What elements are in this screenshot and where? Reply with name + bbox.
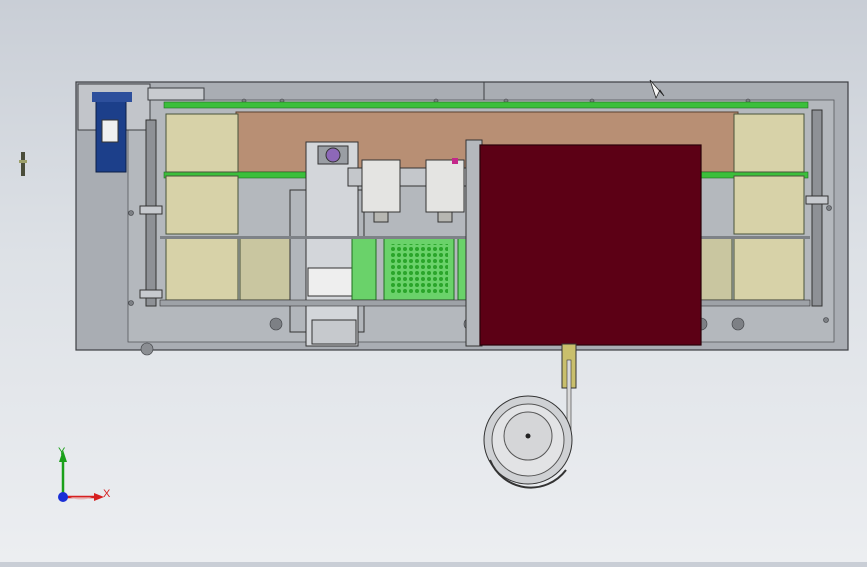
cover-plate[interactable] xyxy=(465,139,702,347)
axis-triad-icon: Y X xyxy=(58,446,111,502)
x-axis-label: X xyxy=(103,488,111,500)
y-axis-label: Y xyxy=(58,446,66,458)
cad-viewport[interactable]: Y X xyxy=(0,0,867,562)
loose-screw-part xyxy=(19,152,27,176)
vibratory-bowl-icon[interactable] xyxy=(483,395,573,489)
